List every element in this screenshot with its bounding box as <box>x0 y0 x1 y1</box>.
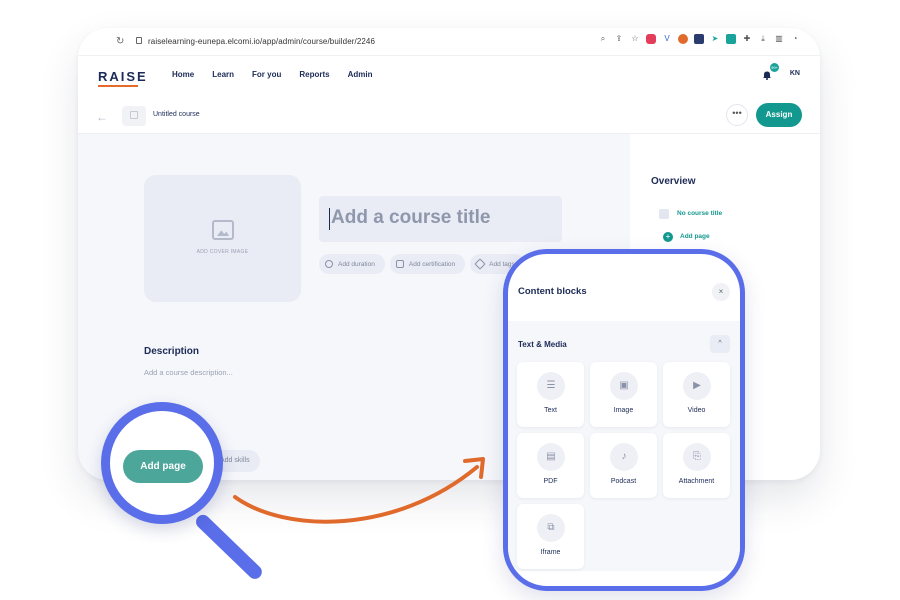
zoom-icon[interactable]: ⌕ <box>598 34 608 44</box>
image-icon <box>130 111 138 119</box>
clock-icon <box>325 260 333 268</box>
attachment-icon: ⎘ <box>683 443 711 471</box>
star-icon[interactable]: ☆ <box>630 34 640 44</box>
block-label: Text <box>544 407 557 414</box>
nav-for-you[interactable]: For you <box>252 70 281 79</box>
image-icon <box>212 220 234 240</box>
block-video[interactable]: ▶ Video <box>663 362 730 427</box>
section-title: Text & Media <box>518 340 567 349</box>
cover-image-upload[interactable]: ADD COVER IMAGE <box>144 175 301 302</box>
block-label: Iframe <box>540 549 561 556</box>
course-toolbar: ← Untitled course ••• Assign <box>78 102 820 134</box>
video-icon: ▶ <box>683 372 711 400</box>
block-podcast[interactable]: ♪ Podcast <box>590 433 657 498</box>
main-nav: Home Learn For you Reports Admin <box>172 70 373 79</box>
block-pdf[interactable]: ▤ PDF <box>517 433 584 498</box>
block-label: Image <box>613 407 634 414</box>
download-icon[interactable]: ⤓ <box>758 34 768 44</box>
share-icon[interactable]: ⇪ <box>614 34 624 44</box>
bell-icon[interactable] <box>762 70 772 80</box>
logo-underline <box>98 85 138 87</box>
notification-badge: 99+ <box>770 63 779 72</box>
image-icon: ▣ <box>610 372 638 400</box>
description-input[interactable]: Add a course description... <box>144 368 233 377</box>
extension-icon[interactable] <box>678 34 688 44</box>
more-options-button[interactable]: ••• <box>726 104 748 126</box>
block-label: PDF <box>543 478 558 485</box>
block-label: Video <box>687 407 706 414</box>
description-heading: Description <box>144 346 200 357</box>
panel-title: Content blocks <box>518 286 587 297</box>
course-thumbnail <box>122 106 146 126</box>
vimeo-icon[interactable]: V <box>662 34 672 44</box>
course-meta-chips: Add duration Add certification Add tags <box>319 254 525 274</box>
browser-toolbar: ↻ raiselearning-eunepa.elcomi.io/app/adm… <box>78 28 820 56</box>
overview-item-no-course-title[interactable]: No course title <box>677 210 722 217</box>
chip-label: Add duration <box>338 260 375 268</box>
reload-icon[interactable]: ↻ <box>116 36 124 47</box>
page-thumbnail <box>659 209 669 219</box>
puzzle-icon[interactable]: ✚ <box>742 34 752 44</box>
block-label: Attachment <box>678 478 715 485</box>
assign-button[interactable]: Assign <box>756 103 802 127</box>
tag-icon <box>474 258 486 270</box>
app-header: RAISE Home Learn For you Reports Admin 9… <box>78 56 820 102</box>
sidebar-icon[interactable]: ▥ <box>774 34 784 44</box>
add-certification-chip[interactable]: Add certification <box>389 254 466 274</box>
nav-admin[interactable]: Admin <box>348 70 373 79</box>
curved-arrow-icon <box>233 457 485 524</box>
block-iframe[interactable]: ⧉ Iframe <box>517 504 584 569</box>
extension-icon[interactable] <box>694 34 704 44</box>
block-image[interactable]: ▣ Image <box>590 362 657 427</box>
podcast-icon: ♪ <box>610 443 638 471</box>
course-title-placeholder: Add a course title <box>331 207 491 228</box>
overview-add-page-link[interactable]: Add page <box>680 233 710 240</box>
avatar[interactable]: KN <box>790 70 800 77</box>
back-arrow-icon[interactable]: ← <box>96 110 108 124</box>
raise-logo[interactable]: RAISE <box>98 69 148 84</box>
pocket-icon[interactable] <box>646 34 656 44</box>
add-page-button[interactable]: Add page <box>123 450 203 483</box>
course-title-input[interactable]: Add a course title <box>319 196 562 242</box>
course-name: Untitled course <box>153 111 200 118</box>
nav-learn[interactable]: Learn <box>212 70 234 79</box>
block-label: Podcast <box>610 478 637 485</box>
block-text[interactable]: ☰ Text <box>517 362 584 427</box>
extension-icon[interactable] <box>726 34 736 44</box>
content-blocks-panel: Content blocks × Text & Media ^ ☰ Text ▣… <box>503 249 745 591</box>
text-icon: ☰ <box>537 372 565 400</box>
certificate-icon <box>395 260 404 268</box>
add-duration-chip[interactable]: Add duration <box>319 254 385 274</box>
chip-label: Add certification <box>408 260 456 268</box>
nav-home[interactable]: Home <box>172 70 194 79</box>
cover-image-label: ADD COVER IMAGE <box>196 249 249 255</box>
lock-icon <box>136 37 142 44</box>
pdf-icon: ▤ <box>537 443 565 471</box>
address-bar[interactable]: raiselearning-eunepa.elcomi.io/app/admin… <box>148 37 375 46</box>
browser-extensions: ⌕ ⇪ ☆ V ➤ ✚ ⤓ ▥ ◔ <box>598 34 800 44</box>
content-block-grid: ☰ Text ▣ Image ▶ Video ▤ PDF ♪ Podcast ⎘… <box>517 362 730 569</box>
profile-icon[interactable]: ◔ <box>790 34 800 44</box>
send-icon[interactable]: ➤ <box>710 34 720 44</box>
nav-reports[interactable]: Reports <box>299 70 329 79</box>
block-attachment[interactable]: ⎘ Attachment <box>663 433 730 498</box>
text-caret <box>329 208 330 230</box>
iframe-icon: ⧉ <box>537 514 565 542</box>
overview-title: Overview <box>651 176 696 187</box>
chevron-up-icon[interactable]: ^ <box>710 335 730 353</box>
plus-icon[interactable]: + <box>663 232 673 242</box>
close-icon[interactable]: × <box>712 283 730 301</box>
